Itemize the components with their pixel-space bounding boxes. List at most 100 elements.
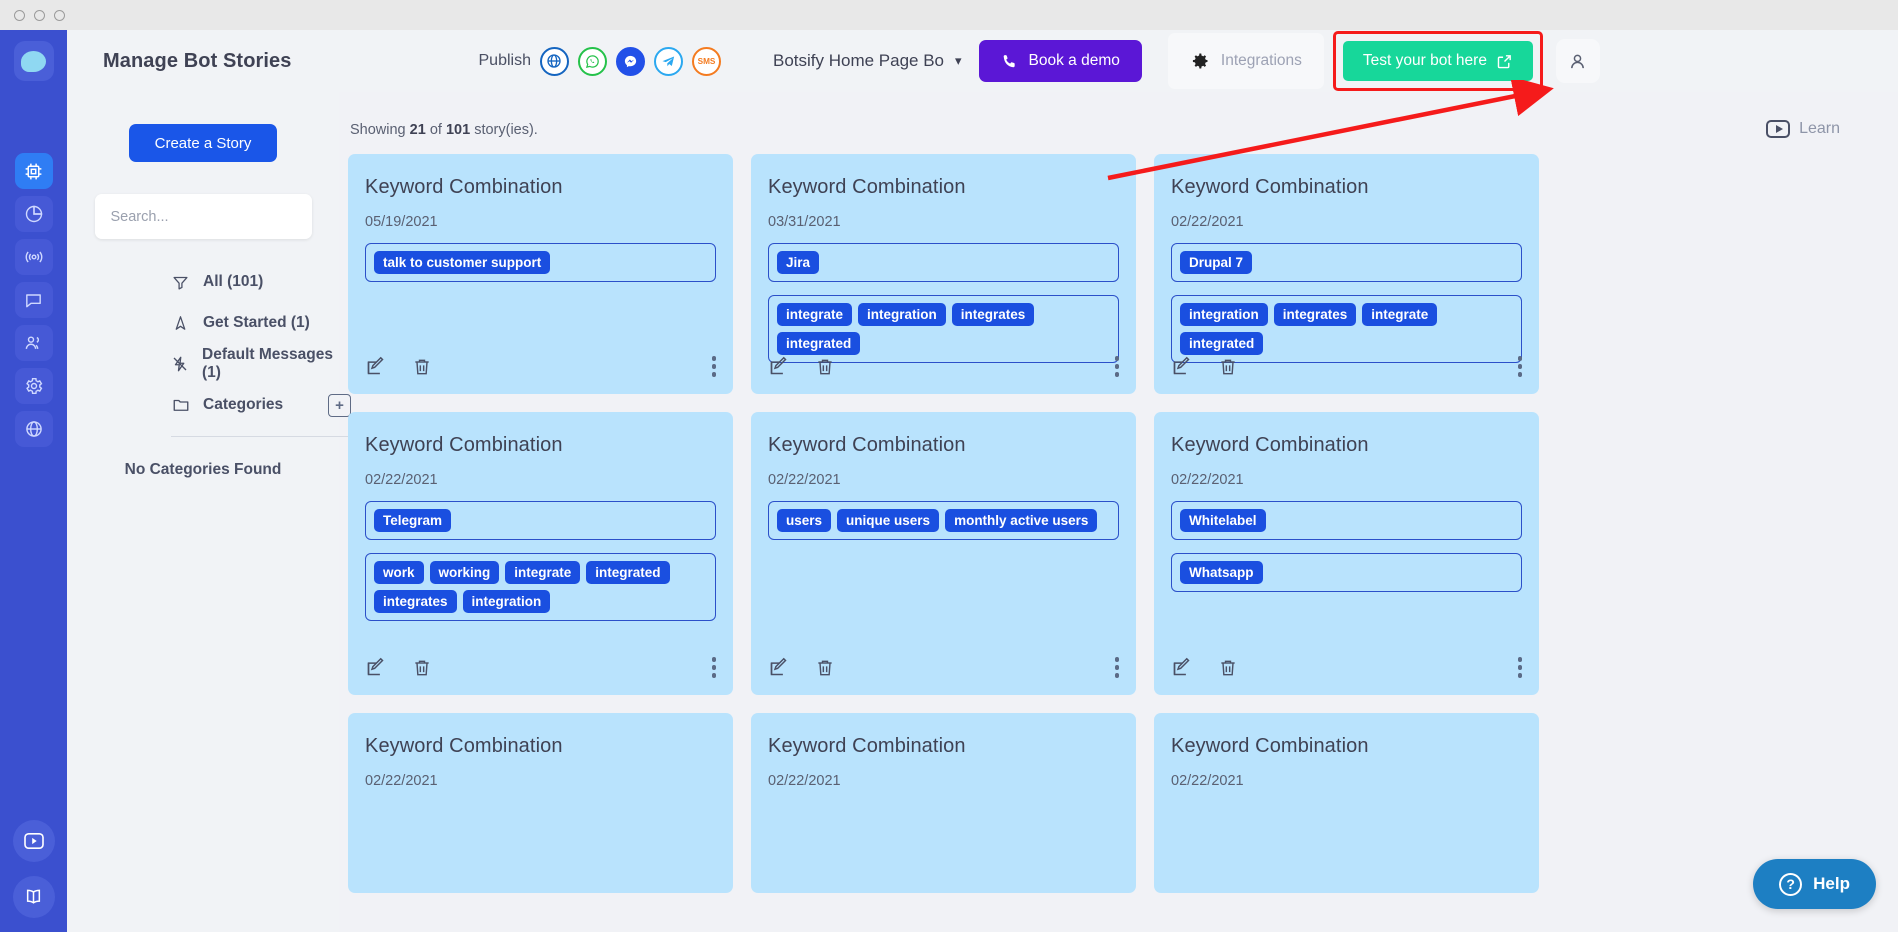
- more-vertical-icon[interactable]: [711, 657, 716, 678]
- search-input[interactable]: [94, 194, 312, 239]
- web-channel-icon[interactable]: [539, 46, 569, 76]
- keyword-chip[interactable]: integrate: [505, 561, 581, 584]
- more-vertical-icon[interactable]: [1114, 356, 1119, 377]
- sidebar-item-users[interactable]: [14, 325, 53, 361]
- keyword-chip[interactable]: integrate: [777, 303, 853, 326]
- messenger-channel-icon[interactable]: [615, 46, 645, 76]
- telegram-channel-icon[interactable]: [653, 46, 683, 76]
- delete-story-button[interactable]: [412, 658, 432, 678]
- keyword-chip[interactable]: unique users: [837, 509, 940, 532]
- delete-story-button[interactable]: [1218, 357, 1238, 377]
- keyword-chip[interactable]: integration: [1180, 303, 1268, 326]
- keyword-group: users unique users monthly active users: [768, 501, 1119, 540]
- keyword-chip[interactable]: integrated: [777, 332, 861, 355]
- broadcast-icon: [25, 251, 42, 263]
- keyword-chip[interactable]: work: [374, 561, 424, 584]
- sidebar-item-default-messages[interactable]: Default Messages (1): [171, 346, 339, 381]
- keyword-chip[interactable]: Jira: [777, 251, 820, 274]
- window-close-dot[interactable]: [14, 9, 25, 21]
- story-card-actions: [1171, 356, 1522, 377]
- sidebar-item-broadcast[interactable]: [14, 239, 53, 275]
- more-vertical-icon[interactable]: [1114, 657, 1119, 678]
- story-card[interactable]: Keyword Combination 05/19/2021 talk to cus…: [348, 154, 733, 394]
- sms-channel-icon[interactable]: SMS: [691, 46, 721, 76]
- sidebar-item-livechat[interactable]: [14, 282, 53, 318]
- delete-story-button[interactable]: [815, 357, 835, 377]
- story-card[interactable]: Keyword Combination 02/22/2021: [1154, 713, 1539, 893]
- video-tutorials-button[interactable]: [12, 820, 55, 862]
- whatsapp-channel-icon[interactable]: [577, 46, 607, 76]
- window-minimize-dot[interactable]: [34, 9, 45, 21]
- rocket-icon: [171, 315, 190, 332]
- window-maximize-dot[interactable]: [54, 9, 65, 21]
- keyword-chip[interactable]: Whatsapp: [1180, 561, 1263, 584]
- pie-chart-icon: [25, 205, 42, 223]
- delete-story-button[interactable]: [412, 357, 432, 377]
- keyword-chip[interactable]: integration: [858, 303, 946, 326]
- keyword-chip[interactable]: Telegram: [374, 509, 452, 532]
- edit-story-button[interactable]: [768, 657, 789, 678]
- story-card-title: Keyword Combination: [1171, 735, 1369, 757]
- story-card[interactable]: Keyword Combination 02/22/2021 Telegram wor…: [348, 412, 733, 695]
- edit-story-button[interactable]: [1171, 356, 1192, 377]
- test-your-bot-button[interactable]: Test your bot here: [1342, 41, 1533, 81]
- story-card-date: 03/31/2021: [768, 214, 841, 230]
- more-vertical-icon[interactable]: [711, 356, 716, 377]
- keyword-chip[interactable]: integrated: [1180, 332, 1264, 355]
- sidebar-item-bot-stories[interactable]: [14, 153, 53, 189]
- keyword-chip[interactable]: working: [429, 561, 500, 584]
- more-vertical-icon[interactable]: [1517, 356, 1522, 377]
- keyword-chip[interactable]: integrates: [951, 303, 1035, 326]
- sidebar-item-get-started[interactable]: Get Started (1): [171, 306, 339, 340]
- story-card[interactable]: Keyword Combination 02/22/2021: [348, 713, 733, 893]
- keyword-chip[interactable]: integration: [462, 590, 551, 613]
- delete-story-button[interactable]: [1218, 658, 1238, 678]
- user-icon: [1571, 54, 1585, 68]
- filter-icon: [171, 274, 190, 291]
- keyword-chip[interactable]: Drupal 7: [1180, 251, 1253, 274]
- edit-story-button[interactable]: [365, 657, 386, 678]
- story-card[interactable]: Keyword Combination 02/22/2021: [751, 713, 1136, 893]
- sidebar-item-analytics[interactable]: [14, 196, 53, 232]
- keyword-chip[interactable]: integrates: [1273, 303, 1357, 326]
- keyword-chip[interactable]: users: [777, 509, 832, 532]
- botsify-logo[interactable]: [13, 41, 54, 81]
- learn-link[interactable]: Learn: [1766, 120, 1840, 138]
- documentation-button[interactable]: [12, 876, 55, 918]
- play-icon: [23, 832, 44, 850]
- edit-story-button[interactable]: [768, 356, 789, 377]
- keyword-group: talk to customer support: [365, 243, 716, 282]
- sidebar-item-website[interactable]: [14, 411, 53, 447]
- keyword-chip[interactable]: integrates: [374, 590, 457, 613]
- keyword-chip[interactable]: integrate: [1362, 303, 1438, 326]
- sidebar-item-all[interactable]: All (101): [171, 265, 339, 299]
- keyword-group: Telegram: [365, 501, 716, 540]
- sidebar-item-label: Categories: [203, 396, 284, 413]
- book-demo-button[interactable]: Book a demo: [978, 40, 1142, 82]
- keyword-group: Jira: [768, 243, 1119, 282]
- integrations-button[interactable]: Integrations: [1167, 33, 1324, 89]
- edit-story-button[interactable]: [365, 356, 386, 377]
- keyword-chip[interactable]: Whitelabel: [1180, 509, 1266, 532]
- folder-icon: [171, 396, 190, 414]
- trash-icon: [415, 660, 429, 675]
- sidebar-item-categories[interactable]: Categories +: [171, 388, 351, 422]
- story-card[interactable]: Keyword Combination 02/22/2021 Drupal 7 int…: [1154, 154, 1539, 394]
- keyword-chip[interactable]: monthly active users: [945, 509, 1098, 532]
- rail-nav-group: [14, 153, 53, 447]
- keyword-chip[interactable]: integrated: [586, 561, 670, 584]
- bot-selector[interactable]: Botsify Home Page Bo ▾: [773, 51, 962, 71]
- story-card[interactable]: Keyword Combination 02/22/2021 users unique…: [751, 412, 1136, 695]
- story-card-date: 02/22/2021: [1171, 472, 1244, 488]
- user-account-button[interactable]: [1555, 39, 1600, 83]
- filter-list: All (101) Get Started (1) Default Messag…: [171, 265, 351, 422]
- story-card[interactable]: Keyword Combination 02/22/2021 Whitelabel W…: [1154, 412, 1539, 695]
- story-card[interactable]: Keyword Combination 03/31/2021 Jira integra…: [751, 154, 1136, 394]
- help-button[interactable]: ? Help: [1753, 859, 1876, 909]
- keyword-chip[interactable]: talk to customer support: [374, 251, 551, 274]
- delete-story-button[interactable]: [815, 658, 835, 678]
- sidebar-item-settings[interactable]: [14, 368, 53, 404]
- edit-story-button[interactable]: [1171, 657, 1192, 678]
- create-story-button[interactable]: Create a Story: [129, 124, 277, 162]
- more-vertical-icon[interactable]: [1517, 657, 1522, 678]
